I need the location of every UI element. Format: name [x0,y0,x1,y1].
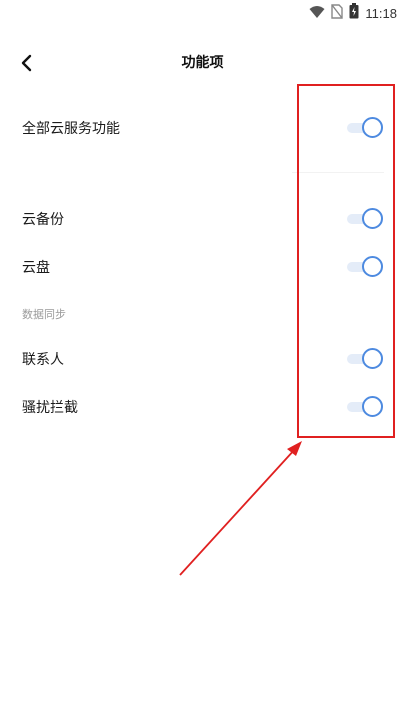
setting-row-all-cloud[interactable]: 全部云服务功能 [0,108,405,148]
setting-row-harass-block[interactable]: 骚扰拦截 [0,387,405,427]
setting-row-cloud-backup[interactable]: 云备份 [0,199,405,239]
toggle-knob [362,256,383,277]
no-sim-icon [331,3,344,23]
toggle-knob [362,117,383,138]
setting-label: 全部云服务功能 [22,121,120,137]
setting-label: 联系人 [22,352,64,368]
status-bar: 11:18 [0,0,405,26]
all-cloud-toggle[interactable] [343,117,383,139]
divider [292,172,384,173]
harass-block-toggle[interactable] [343,396,383,418]
contacts-toggle[interactable] [343,348,383,370]
toggle-knob [362,348,383,369]
status-icons: 11:18 [309,3,397,23]
cloud-drive-toggle[interactable] [343,256,383,278]
page-title: 功能项 [181,55,224,71]
setting-label: 云盘 [22,260,50,276]
wifi-icon [309,4,325,23]
status-time: 11:18 [365,5,397,21]
header: 功能项 [0,44,405,80]
setting-row-cloud-drive[interactable]: 云盘 [0,247,405,287]
setting-row-contacts[interactable]: 联系人 [0,339,405,379]
toggle-knob [362,208,383,229]
setting-label: 骚扰拦截 [22,400,78,416]
cloud-backup-toggle[interactable] [343,208,383,230]
toggle-knob [362,396,383,417]
section-label-data-sync: 数据同步 [22,308,66,321]
battery-icon [349,3,359,23]
setting-label: 云备份 [22,212,64,228]
